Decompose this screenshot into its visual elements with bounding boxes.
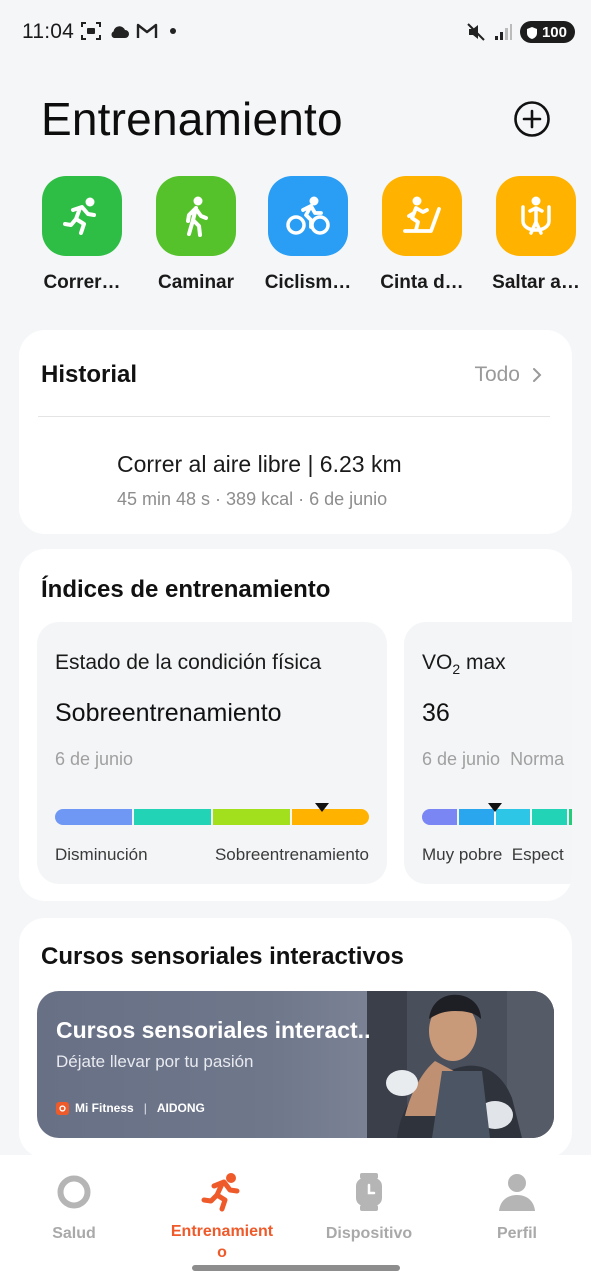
cycling-tile[interactable] — [268, 176, 348, 256]
vo2max-title-suffix: max — [460, 651, 506, 674]
scale-segment — [213, 809, 290, 825]
health-ring-icon — [57, 1175, 91, 1209]
fitness-status-scale-labels: Disminución Sobreentrenamiento — [55, 845, 369, 865]
brand-separator: | — [143, 1101, 147, 1115]
fitness-status-date: 6 de junio — [55, 749, 134, 769]
walking-tile[interactable] — [156, 176, 236, 256]
banner-title: Cursos sensoriales interact.. — [56, 1017, 371, 1043]
scale-segment — [292, 809, 369, 825]
history-entry-details: 45 min 48 s · 389 kcal · 6 de junio — [117, 489, 388, 509]
nav-label: Dispositivo — [325, 1225, 413, 1242]
jump-rope-icon — [521, 196, 551, 235]
notification-dot-icon — [170, 28, 176, 34]
activity-shortcuts: Correr… Caminar Ciclism… Cinta d… Saltar… — [0, 172, 591, 302]
training-indices-card: Índices de entrenamiento Estado de la co… — [19, 549, 572, 901]
scale-segment — [134, 809, 211, 825]
vo2max-scale-labels: Muy pobre Espect — [422, 845, 564, 864]
activity-jump-rope[interactable]: Saltar a… — [481, 172, 591, 294]
course-banner[interactable]: Cursos sensoriales interact.. Déjate lle… — [37, 991, 554, 1138]
courses-title: Cursos sensoriales interactivos — [41, 943, 404, 970]
signal-icon — [494, 24, 512, 40]
fitness-status-marker — [314, 803, 329, 812]
cycling-icon — [286, 196, 330, 235]
vo2max-title-sub: 2 — [452, 661, 461, 678]
profile-icon — [499, 1174, 535, 1211]
gmail-icon — [136, 23, 158, 38]
scale-segment — [55, 809, 132, 825]
page-title: Entrenamiento — [41, 93, 343, 145]
cloud-icon — [111, 26, 129, 38]
add-workout-button[interactable] — [513, 100, 551, 138]
activity-label: Correr… — [43, 272, 121, 293]
activity-running[interactable]: Correr… — [27, 172, 137, 294]
activity-label: Saltar a… — [492, 272, 580, 293]
banner-subtitle: Déjate llevar por tu pasión — [56, 1052, 254, 1071]
chevron-right-icon — [533, 368, 542, 382]
scale-right-label: Sobreentrenamiento — [214, 845, 369, 864]
mi-fitness-logo-icon — [56, 1101, 69, 1115]
history-all-label: Todo — [474, 363, 520, 386]
history-card[interactable]: Historial Todo Correr al aire libre | 6.… — [19, 330, 572, 534]
battery-indicator: 100 — [519, 21, 575, 43]
battery-level: 100 — [541, 23, 567, 41]
status-bar: 11:04 100 — [0, 0, 591, 66]
scale-left-label: Disminución — [55, 845, 148, 864]
vo2max-marker — [487, 803, 502, 812]
brand-mi-fitness: Mi Fitness — [75, 1101, 134, 1115]
vo2max-title: VO2 max — [422, 651, 506, 677]
watch-icon — [356, 1173, 382, 1211]
bottom-navigation: Salud Entrenamient o Dispositivo Perfil — [0, 1155, 591, 1280]
activity-label: Ciclism… — [264, 272, 352, 293]
mute-icon — [467, 23, 485, 41]
nav-label: Entrenamient o — [170, 1223, 274, 1261]
treadmill-tile[interactable] — [382, 176, 462, 256]
history-entry-title[interactable]: Correr al aire libre | 6.23 km — [117, 451, 402, 478]
jump-rope-tile[interactable] — [496, 176, 576, 256]
running-icon — [63, 197, 96, 235]
activity-treadmill[interactable]: Cinta d… — [367, 172, 477, 294]
fitness-status-panel[interactable]: Estado de la condición física Sobreentre… — [37, 622, 387, 884]
banner-brand: Mi Fitness | AIDONG — [56, 1101, 205, 1115]
scale-segment — [532, 809, 568, 825]
nav-device[interactable]: Dispositivo — [304, 1169, 434, 1244]
status-right-icons: 100 — [466, 21, 575, 43]
vo2max-value: 36 — [422, 699, 450, 727]
running-icon — [201, 1173, 240, 1212]
status-time: 11:04 — [22, 20, 74, 43]
history-all-link[interactable]: Todo — [474, 363, 542, 387]
activity-label: Cinta d… — [380, 272, 464, 293]
nav-label: Perfil — [496, 1225, 537, 1242]
vo2max-panel[interactable]: VO2 max 36 6 de junio Norma Muy pobre Es… — [404, 622, 572, 884]
activity-label: Caminar — [157, 272, 235, 293]
fitness-status-value: Sobreentrenamiento — [55, 699, 282, 727]
indices-title: Índices de entrenamiento — [41, 576, 331, 603]
activity-walking[interactable]: Caminar — [141, 172, 251, 294]
screen-record-icon — [81, 22, 101, 40]
scale-segment — [569, 809, 572, 825]
nav-profile[interactable]: Perfil — [452, 1169, 582, 1244]
walking-icon — [186, 196, 208, 237]
nav-health[interactable]: Salud — [9, 1169, 139, 1244]
running-tile[interactable] — [42, 176, 122, 256]
fitness-status-title: Estado de la condición física — [55, 651, 322, 674]
divider — [38, 416, 550, 417]
nav-training[interactable]: Entrenamient o — [157, 1169, 287, 1263]
treadmill-icon — [403, 196, 441, 233]
battery-shield-icon — [526, 26, 537, 39]
activity-cycling[interactable]: Ciclism… — [253, 172, 363, 294]
vo2max-date: 6 de junio Norma — [422, 749, 565, 769]
brand-aidong: AIDONG — [156, 1101, 205, 1115]
vo2max-title-prefix: VO — [422, 651, 453, 674]
status-left-icons — [80, 21, 176, 41]
history-title: Historial — [41, 361, 138, 388]
courses-card: Cursos sensoriales interactivos Cursos s… — [19, 918, 572, 1158]
scale-segment — [422, 809, 457, 825]
nav-label: Salud — [52, 1225, 96, 1242]
home-indicator[interactable] — [192, 1265, 400, 1271]
